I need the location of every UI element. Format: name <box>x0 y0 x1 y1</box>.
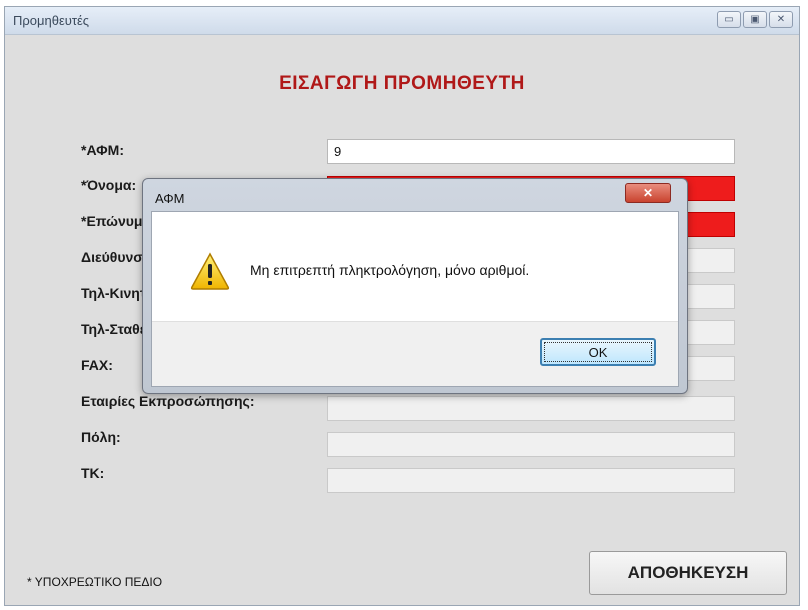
afm-input[interactable]: 9 <box>327 139 735 164</box>
city-input[interactable] <box>327 432 735 457</box>
window-controls: ▭ ▣ ✕ <box>717 11 793 28</box>
label-postal-code: ΤΚ: <box>81 465 105 481</box>
required-field-note: * ΥΠΟΧΡΕΩΤΙΚΟ ΠΕΔΙΟ <box>27 575 163 589</box>
dialog-message-area: Μη επιτρεπτή πληκτρολόγηση, μόνο αριθμοί… <box>152 212 678 324</box>
warning-icon <box>190 252 230 290</box>
dialog-body: Μη επιτρεπτή πληκτρολόγηση, μόνο αριθμοί… <box>151 211 679 387</box>
close-icon: ✕ <box>776 13 786 25</box>
ok-button[interactable]: OK <box>540 338 656 366</box>
window-titlebar[interactable]: Προμηθευτές ▭ ▣ ✕ <box>5 7 799 35</box>
minimize-button[interactable]: ▭ <box>717 11 741 28</box>
save-button[interactable]: ΑΠΟΘΗΚΕΥΣΗ <box>589 551 787 595</box>
minimize-icon: ▭ <box>724 13 734 25</box>
validation-dialog: ΑΦΜ ✕ Μη επιτρεπτή πληκτρολόγηση, μόνο α… <box>142 178 688 394</box>
label-first-name: *Όνομα: <box>81 177 137 193</box>
maximize-icon: ▣ <box>750 13 760 25</box>
form-heading: ΕΙΣΑΓΩΓΗ ΠΡΟΜΗΘΕΥΤΗ <box>279 73 525 94</box>
label-fax: FAX: <box>81 357 113 373</box>
dialog-footer: OK <box>152 321 678 386</box>
label-afm: *ΑΦΜ: <box>81 142 124 158</box>
dialog-title: ΑΦΜ <box>155 191 185 206</box>
companies-input[interactable] <box>327 396 735 421</box>
label-city: Πόλη: <box>81 429 121 445</box>
maximize-button[interactable]: ▣ <box>743 11 767 28</box>
close-icon: ✕ <box>642 186 654 200</box>
dialog-message: Μη επιτρεπτή πληκτρολόγηση, μόνο αριθμοί… <box>250 262 530 278</box>
window-title: Προμηθευτές <box>13 13 90 28</box>
dialog-close-button[interactable]: ✕ <box>625 183 671 203</box>
label-companies: Εταιρίες Εκπροσώπησης: <box>81 393 255 409</box>
postal-code-input[interactable] <box>327 468 735 493</box>
close-button[interactable]: ✕ <box>769 11 793 28</box>
